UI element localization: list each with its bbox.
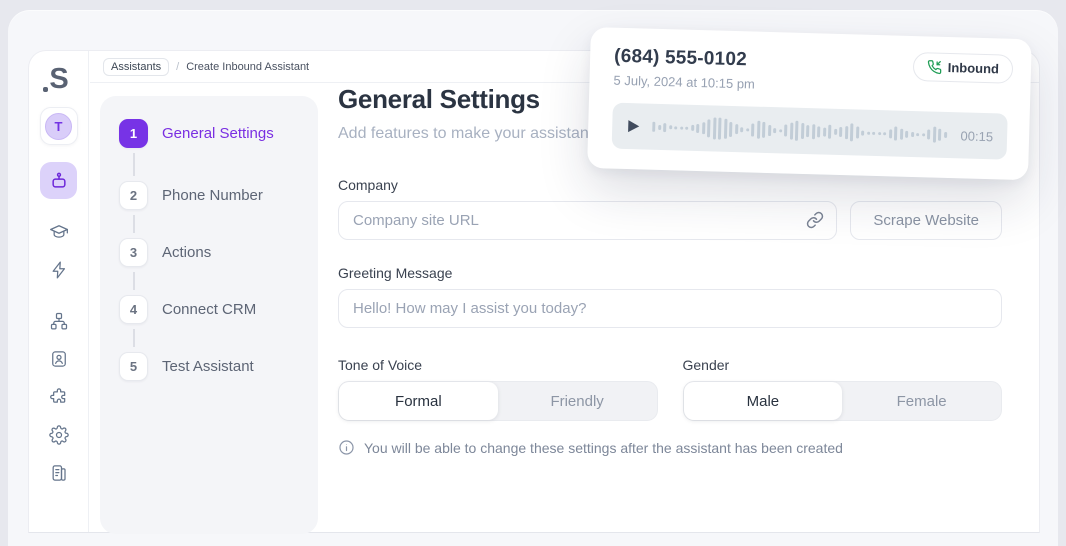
sidebar-item-academy[interactable]: [40, 213, 77, 250]
inbound-badge: Inbound: [912, 52, 1014, 84]
step-connector: [133, 215, 135, 233]
sidebar: S T: [29, 51, 89, 532]
avatar-initial: T: [54, 118, 63, 134]
gender-toggle: Male Female: [682, 381, 1002, 421]
greeting-field: [338, 289, 1002, 328]
step-number: 1: [119, 119, 148, 148]
step-connect-crm[interactable]: 4 Connect CRM: [119, 295, 256, 324]
greeting-input[interactable]: [338, 289, 1002, 328]
company-url-input[interactable]: [338, 201, 838, 240]
sidebar-item-integrations[interactable]: [40, 378, 77, 415]
company-label: Company: [338, 177, 398, 193]
contact-card-icon: [51, 350, 66, 367]
gender-label: Gender: [682, 357, 730, 373]
gender-option-male[interactable]: Male: [683, 382, 843, 420]
phone-incoming-icon: [927, 60, 942, 75]
gender-group: Gender Male Female: [682, 357, 1002, 421]
breadcrumb-separator: /: [176, 60, 180, 73]
fax-machine-icon: [52, 464, 66, 481]
step-test-assistant[interactable]: 5 Test Assistant: [119, 352, 254, 381]
workspace-avatar-button[interactable]: T: [39, 107, 78, 145]
waveform[interactable]: [652, 104, 950, 158]
greeting-label: Greeting Message: [338, 265, 453, 281]
tone-toggle: Formal Friendly: [338, 381, 658, 421]
audio-player: 00:15: [611, 102, 1008, 160]
scrape-website-button[interactable]: Scrape Website: [850, 201, 1002, 240]
inbound-badge-label: Inbound: [947, 59, 1000, 77]
tone-option-formal[interactable]: Formal: [339, 382, 498, 420]
gear-icon: [48, 424, 69, 445]
puzzle-piece-icon: [49, 387, 65, 403]
settings-note: You will be able to change these setting…: [338, 439, 1002, 456]
lightning-bolt-icon: [52, 260, 65, 279]
greeting-field-group: Greeting Message: [338, 265, 1002, 328]
breadcrumb-current: Create Inbound Assistant: [186, 60, 310, 73]
assistant-robot-icon: [51, 172, 66, 188]
company-url-field: [338, 201, 838, 240]
link-icon: [807, 211, 824, 229]
step-phone-number[interactable]: 2 Phone Number: [119, 181, 263, 210]
play-button[interactable]: [626, 119, 640, 133]
audio-duration: 00:15: [960, 127, 994, 144]
avatar: T: [45, 112, 72, 140]
sidebar-item-actions[interactable]: [40, 251, 77, 288]
company-field-group: Company Scrape Website: [338, 177, 1002, 240]
step-number: 5: [119, 352, 148, 381]
step-connector: [133, 329, 135, 347]
brand-logo: S: [43, 59, 69, 99]
step-number: 4: [119, 295, 148, 324]
sidebar-item-contacts[interactable]: [40, 340, 77, 377]
step-label: General Settings: [162, 125, 274, 142]
step-label: Phone Number: [162, 187, 263, 204]
brand-logo-letter: S: [49, 62, 68, 95]
settings-note-text: You will be able to change these setting…: [364, 439, 843, 456]
step-actions[interactable]: 3 Actions: [119, 238, 211, 267]
step-general-settings[interactable]: 1 General Settings: [119, 119, 274, 148]
step-navigation: 1 General Settings 2 Phone Number 3 Acti…: [100, 96, 318, 534]
info-icon: [339, 440, 354, 455]
step-connector: [133, 153, 135, 176]
sidebar-item-workflows[interactable]: [40, 302, 77, 339]
tone-option-friendly[interactable]: Friendly: [498, 382, 657, 420]
sidebar-item-fax[interactable]: [40, 454, 77, 491]
step-number: 3: [119, 238, 148, 267]
step-label: Connect CRM: [162, 301, 257, 318]
graduation-cap-icon: [49, 224, 68, 238]
step-label: Test Assistant: [162, 358, 254, 375]
brand-logo-dot: [43, 87, 49, 92]
sidebar-item-assistants[interactable]: [40, 162, 77, 199]
tone-of-voice-group: Tone of Voice Formal Friendly: [338, 357, 658, 421]
step-label: Actions: [162, 244, 212, 261]
step-number: 2: [119, 181, 148, 210]
tone-label: Tone of Voice: [338, 357, 423, 373]
workflow-sitemap-icon: [50, 312, 67, 329]
gender-option-female[interactable]: Female: [842, 382, 1001, 420]
sidebar-item-settings[interactable]: [40, 416, 77, 453]
call-recording-card: (684) 555-0102 5 July, 2024 at 10:15 pm …: [587, 27, 1032, 181]
step-connector: [133, 272, 135, 290]
breadcrumb-assistants[interactable]: Assistants: [103, 57, 170, 76]
